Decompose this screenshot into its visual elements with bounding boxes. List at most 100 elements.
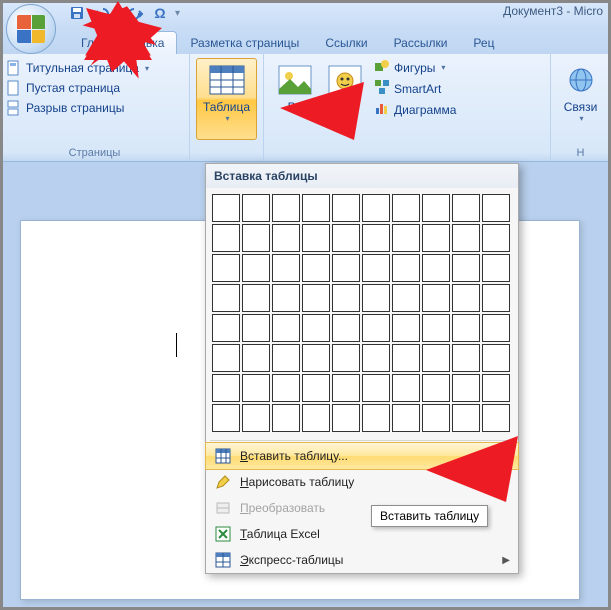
grid-cell[interactable]	[452, 374, 480, 402]
office-button[interactable]	[6, 4, 56, 54]
grid-cell[interactable]	[362, 194, 390, 222]
grid-cell[interactable]	[332, 254, 360, 282]
grid-cell[interactable]	[212, 224, 240, 252]
grid-cell[interactable]	[452, 194, 480, 222]
grid-cell[interactable]	[212, 284, 240, 312]
grid-cell[interactable]	[212, 404, 240, 432]
quick-tables-item[interactable]: Экспресс-таблицы ▶	[206, 547, 518, 573]
grid-cell[interactable]	[332, 344, 360, 372]
grid-cell[interactable]	[242, 284, 270, 312]
grid-cell[interactable]	[452, 404, 480, 432]
grid-cell[interactable]	[302, 374, 330, 402]
grid-cell[interactable]	[212, 314, 240, 342]
grid-cell[interactable]	[242, 344, 270, 372]
grid-cell[interactable]	[422, 374, 450, 402]
grid-cell[interactable]	[362, 284, 390, 312]
grid-cell[interactable]	[422, 224, 450, 252]
grid-cell[interactable]	[242, 254, 270, 282]
grid-cell[interactable]	[392, 374, 420, 402]
grid-cell[interactable]	[332, 194, 360, 222]
tab-mailings[interactable]: Рассылки	[381, 31, 461, 54]
grid-cell[interactable]	[302, 194, 330, 222]
grid-cell[interactable]	[272, 404, 300, 432]
grid-cell[interactable]	[362, 404, 390, 432]
grid-cell[interactable]	[302, 224, 330, 252]
tab-review[interactable]: Рец	[460, 31, 507, 54]
grid-cell[interactable]	[482, 284, 510, 312]
grid-cell[interactable]	[332, 224, 360, 252]
grid-cell[interactable]	[452, 224, 480, 252]
grid-cell[interactable]	[302, 314, 330, 342]
insert-table-icon	[214, 447, 232, 465]
grid-cell[interactable]	[272, 284, 300, 312]
chart-button[interactable]: Диаграмма	[374, 100, 456, 119]
grid-cell[interactable]	[362, 254, 390, 282]
grid-cell[interactable]	[332, 404, 360, 432]
qat-dropdown[interactable]: ▾	[175, 8, 180, 19]
grid-cell[interactable]	[422, 314, 450, 342]
grid-cell[interactable]	[482, 404, 510, 432]
grid-cell[interactable]	[452, 284, 480, 312]
grid-cell[interactable]	[272, 344, 300, 372]
grid-cell[interactable]	[302, 344, 330, 372]
table-size-grid[interactable]	[206, 188, 518, 438]
grid-cell[interactable]	[332, 284, 360, 312]
grid-cell[interactable]	[482, 314, 510, 342]
grid-cell[interactable]	[302, 284, 330, 312]
grid-cell[interactable]	[392, 344, 420, 372]
grid-cell[interactable]	[482, 344, 510, 372]
grid-cell[interactable]	[242, 374, 270, 402]
grid-cell[interactable]	[272, 374, 300, 402]
annotation-arrow-1b	[78, 0, 168, 78]
grid-cell[interactable]	[362, 224, 390, 252]
grid-cell[interactable]	[212, 254, 240, 282]
grid-cell[interactable]	[452, 314, 480, 342]
links-button[interactable]: Связи ▾	[557, 58, 604, 140]
shapes-button[interactable]: Фигуры ▾	[374, 58, 456, 77]
grid-cell[interactable]	[302, 404, 330, 432]
grid-cell[interactable]	[212, 374, 240, 402]
grid-cell[interactable]	[272, 314, 300, 342]
grid-cell[interactable]	[422, 344, 450, 372]
grid-cell[interactable]	[422, 254, 450, 282]
grid-cell[interactable]	[482, 194, 510, 222]
tab-layout[interactable]: Разметка страницы	[177, 31, 312, 54]
grid-cell[interactable]	[212, 344, 240, 372]
grid-cell[interactable]	[362, 314, 390, 342]
grid-cell[interactable]	[392, 254, 420, 282]
grid-cell[interactable]	[242, 194, 270, 222]
grid-cell[interactable]	[392, 404, 420, 432]
grid-cell[interactable]	[332, 374, 360, 402]
grid-cell[interactable]	[422, 284, 450, 312]
grid-cell[interactable]	[242, 314, 270, 342]
grid-cell[interactable]	[452, 344, 480, 372]
smartart-button[interactable]: SmartArt	[374, 79, 456, 98]
grid-cell[interactable]	[482, 224, 510, 252]
grid-cell[interactable]	[302, 254, 330, 282]
smartart-icon	[374, 79, 390, 98]
blank-page-button[interactable]: Пустая страница	[6, 80, 149, 96]
grid-cell[interactable]	[362, 374, 390, 402]
grid-cell[interactable]	[242, 224, 270, 252]
grid-cell[interactable]	[392, 284, 420, 312]
grid-cell[interactable]	[212, 194, 240, 222]
tab-references[interactable]: Ссылки	[312, 31, 380, 54]
grid-cell[interactable]	[482, 374, 510, 402]
grid-cell[interactable]	[422, 194, 450, 222]
annotation-arrow-2	[276, 78, 366, 148]
grid-cell[interactable]	[272, 224, 300, 252]
grid-cell[interactable]	[242, 404, 270, 432]
grid-cell[interactable]	[392, 224, 420, 252]
page-break-button[interactable]: Разрыв страницы	[6, 100, 149, 116]
grid-cell[interactable]	[392, 194, 420, 222]
grid-cell[interactable]	[272, 194, 300, 222]
grid-cell[interactable]	[332, 314, 360, 342]
grid-cell[interactable]	[272, 254, 300, 282]
grid-cell[interactable]	[422, 404, 450, 432]
group-links: Связи ▾ Н	[551, 54, 611, 161]
grid-cell[interactable]	[482, 254, 510, 282]
grid-cell[interactable]	[452, 254, 480, 282]
grid-cell[interactable]	[392, 314, 420, 342]
grid-cell[interactable]	[362, 344, 390, 372]
table-button[interactable]: Таблица ▾	[196, 58, 257, 140]
